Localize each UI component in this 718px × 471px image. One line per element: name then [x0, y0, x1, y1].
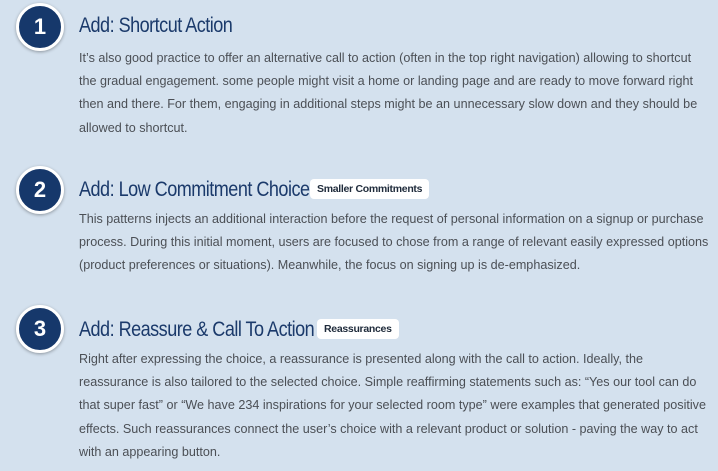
step-number-badge: 2 — [16, 166, 64, 214]
step-heading-row: Add: Reassure & Call To Action Reassuran… — [79, 315, 399, 345]
step-description: This patterns injects an additional inte… — [79, 212, 709, 273]
step-description: It’s also good practice to offer an alte… — [79, 51, 698, 135]
step-tag: Reassurances — [317, 319, 399, 339]
step-heading-row: Add: Low Commitment Choice Smaller Commi… — [79, 175, 430, 205]
step-number-badge: 3 — [16, 305, 64, 353]
step-title: Add: Low Commitment Choice — [79, 178, 310, 201]
step-title: Add: Shortcut Action — [79, 14, 233, 37]
step-title: Add: Reassure & Call To Action — [79, 318, 315, 341]
step-tag: Smaller Commitments — [310, 179, 430, 199]
step-description: Right after expressing the choice, a rea… — [79, 352, 706, 459]
step-number-badge: 1 — [16, 3, 64, 51]
step-heading-row: Add: Shortcut Action — [79, 11, 257, 41]
